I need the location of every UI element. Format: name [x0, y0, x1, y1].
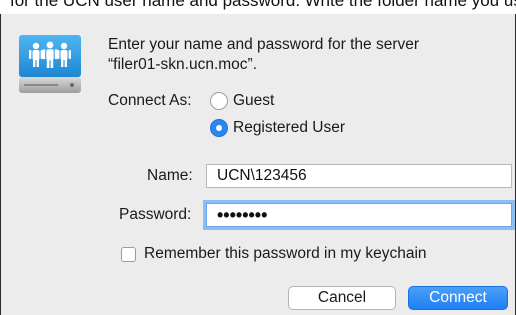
connect-to-server-dialog: Enter your name and password for the ser…: [0, 14, 516, 315]
remember-keychain-checkbox[interactable]: [121, 247, 136, 262]
guest-radio[interactable]: [210, 92, 228, 110]
prompt-line-2: “filer01-skn.ucn.moc”.: [108, 56, 258, 73]
password-label: Password:: [119, 206, 192, 223]
dialog-prompt: Enter your name and password for the ser…: [108, 35, 419, 75]
name-label: Name:: [147, 167, 193, 184]
guest-radio-label[interactable]: Guest: [233, 92, 274, 110]
remember-keychain-label[interactable]: Remember this password in my keychain: [144, 245, 427, 263]
background-text: for the UCN user name and password. Writ…: [10, 0, 516, 10]
password-field[interactable]: ••••••••: [206, 203, 512, 227]
prompt-line-1: Enter your name and password for the ser…: [108, 36, 420, 53]
background-page-text-cutoff: for the UCN user name and password. Writ…: [0, 0, 516, 14]
connect-as-label: Connect As:: [108, 92, 192, 109]
network-server-icon: [19, 35, 81, 93]
connect-button[interactable]: Connect: [408, 286, 508, 310]
registered-user-radio-label[interactable]: Registered User: [233, 119, 345, 137]
cancel-button[interactable]: Cancel: [288, 286, 396, 310]
registered-user-radio[interactable]: [210, 119, 228, 137]
name-field[interactable]: UCN\123456: [206, 164, 512, 188]
